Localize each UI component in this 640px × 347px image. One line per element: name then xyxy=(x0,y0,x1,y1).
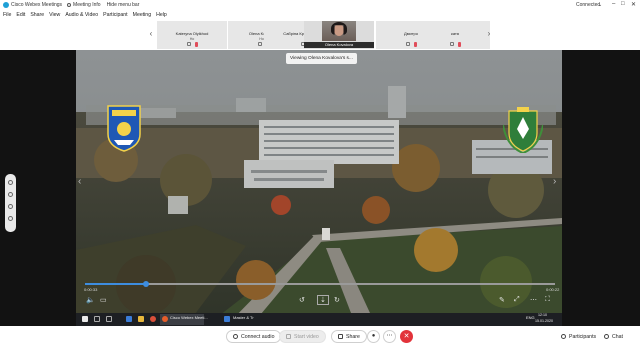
mic-muted-icon xyxy=(413,42,417,47)
video-progress-fill xyxy=(85,283,147,285)
taskbar-webex-label: Cisco Webex Meeti... xyxy=(170,315,208,320)
crop-icon[interactable]: ⇣ xyxy=(317,295,329,305)
edge-icon[interactable] xyxy=(126,316,132,322)
rotate-left-icon[interactable]: ↺ xyxy=(299,296,305,304)
chat-icon xyxy=(604,334,609,339)
app-title: Cisco Webex Meetings xyxy=(11,2,63,8)
participant-video xyxy=(322,21,356,41)
start-video-label: Start video xyxy=(294,333,319,340)
people-icon xyxy=(561,334,566,339)
fit-icon[interactable] xyxy=(8,204,13,209)
participant-tile[interactable]: Kateryna Olyikhod Ho xyxy=(157,21,227,49)
mic-muted-icon xyxy=(194,42,198,47)
connect-audio-button[interactable]: Connect audio xyxy=(226,330,282,343)
webex-logo-icon xyxy=(3,2,9,8)
annotate-icon[interactable] xyxy=(8,216,13,221)
video-icon xyxy=(286,334,291,339)
hide-menu-bar-button[interactable]: Hide menu bar xyxy=(107,2,140,8)
university-crest-logo xyxy=(107,105,141,152)
meeting-info-button[interactable]: Meeting Info xyxy=(67,2,101,8)
chat-label: Chat xyxy=(612,333,623,340)
strip-next-icon[interactable]: › xyxy=(485,29,493,39)
menu-edit[interactable]: Edit xyxy=(16,12,25,18)
close-button[interactable]: ✕ xyxy=(631,1,636,8)
meeting-control-bar: Connect audio Start video Share ● ⋯ ✕ Pa… xyxy=(0,326,640,347)
explorer-icon[interactable] xyxy=(138,316,144,322)
clock-time: 12:10 xyxy=(538,313,547,317)
share-button[interactable]: Share xyxy=(331,330,367,343)
participant-name: катя xyxy=(451,31,459,36)
phone-icon xyxy=(233,334,238,339)
rotate-right-icon[interactable]: ↻ xyxy=(334,296,340,304)
taskbar-app-label[interactable]: Master & Tr xyxy=(233,315,254,320)
webex-window: Cisco Webex Meetings Meeting Info Hide m… xyxy=(0,0,640,347)
title-bar: Cisco Webex Meetings Meeting Info Hide m… xyxy=(0,0,640,10)
fullscreen-icon[interactable]: ⛶ xyxy=(545,296,550,304)
viewing-share-label[interactable]: Viewing Olena Kovalova's s... xyxy=(286,53,357,64)
screenshot-icon[interactable]: ⤢ xyxy=(514,296,520,304)
volume-icon[interactable]: 🔈 xyxy=(86,296,95,304)
participant-strip: ‹ Kateryna Olyikhod Ho Olena Kovalova Ho… xyxy=(0,20,640,50)
app-icon[interactable] xyxy=(224,316,230,322)
slide-next-icon[interactable]: › xyxy=(553,176,556,187)
more-options-button[interactable]: ⋯ xyxy=(383,330,396,343)
search-icon[interactable] xyxy=(94,316,100,322)
language-indicator[interactable]: ENG xyxy=(526,315,535,320)
chevron-down-icon[interactable]: ⌄ xyxy=(598,2,602,8)
participant-name: Olena Kovalova xyxy=(304,42,374,48)
windows-start-icon[interactable] xyxy=(82,316,88,322)
mic-muted-icon xyxy=(457,42,461,47)
zoom-in-icon[interactable] xyxy=(8,180,13,185)
clock-date: 15.01.2020 xyxy=(535,319,553,323)
participant-name: Kateryna Olyikhod xyxy=(175,31,209,36)
share-icon xyxy=(338,334,343,339)
menu-view[interactable]: View xyxy=(49,12,60,18)
more-icon[interactable]: ⋯ xyxy=(530,296,537,304)
start-video-button[interactable]: Start video xyxy=(279,330,326,343)
connection-status[interactable]: Connected xyxy=(576,2,600,8)
camera-off-icon xyxy=(186,42,191,46)
menu-share[interactable]: Share xyxy=(30,12,44,18)
menu-participant[interactable]: Participant xyxy=(103,12,128,18)
menu-bar: File Edit Share View Audio & Video Parti… xyxy=(0,10,640,20)
city-coat-of-arms-logo xyxy=(503,107,543,153)
menu-meeting[interactable]: Meeting xyxy=(133,12,151,18)
video-current-time: 0:00:33 xyxy=(84,287,98,292)
camera-off-icon xyxy=(405,42,410,46)
connect-audio-label: Connect audio xyxy=(241,333,275,340)
zoom-out-icon[interactable] xyxy=(8,192,13,197)
participant-video-tile[interactable]: Olena Kovalova xyxy=(304,21,374,49)
pen-icon[interactable]: ✎ xyxy=(499,296,505,304)
participant-role: Ho xyxy=(189,37,195,41)
leave-meeting-button[interactable]: ✕ xyxy=(400,330,413,343)
info-icon xyxy=(67,3,72,7)
participants-panel-button[interactable]: Participants xyxy=(555,330,603,343)
menu-help[interactable]: Help xyxy=(156,12,167,18)
zoom-controls[interactable] xyxy=(5,174,16,232)
participants-label: Participants xyxy=(569,333,597,340)
maximize-button[interactable]: □ xyxy=(621,1,625,7)
participant-tile[interactable]: катя xyxy=(420,21,490,49)
strip-prev-icon[interactable]: ‹ xyxy=(147,29,155,39)
video-total-time: 0:00:22 xyxy=(546,287,560,292)
meeting-info-label: Meeting Info xyxy=(73,2,101,8)
minimize-button[interactable]: – xyxy=(612,1,615,7)
menu-audio-video[interactable]: Audio & Video xyxy=(65,12,98,18)
firefox-icon xyxy=(162,316,168,322)
camera-off-icon xyxy=(449,42,454,46)
menu-file[interactable]: File xyxy=(3,12,11,18)
record-button[interactable]: ● xyxy=(367,330,380,343)
camera-off-icon xyxy=(257,42,262,46)
shared-windows-taskbar: Cisco Webex Meeti... Master & Tr ENG 12:… xyxy=(76,313,562,326)
video-progress-bar[interactable] xyxy=(85,281,555,287)
chat-panel-button[interactable]: Chat xyxy=(598,330,629,343)
share-label: Share xyxy=(346,333,360,340)
slide-prev-icon[interactable]: ‹ xyxy=(78,176,81,187)
subtitles-icon[interactable]: ▭ xyxy=(100,296,107,304)
opera-icon[interactable] xyxy=(150,316,156,322)
task-view-icon[interactable] xyxy=(106,316,112,322)
